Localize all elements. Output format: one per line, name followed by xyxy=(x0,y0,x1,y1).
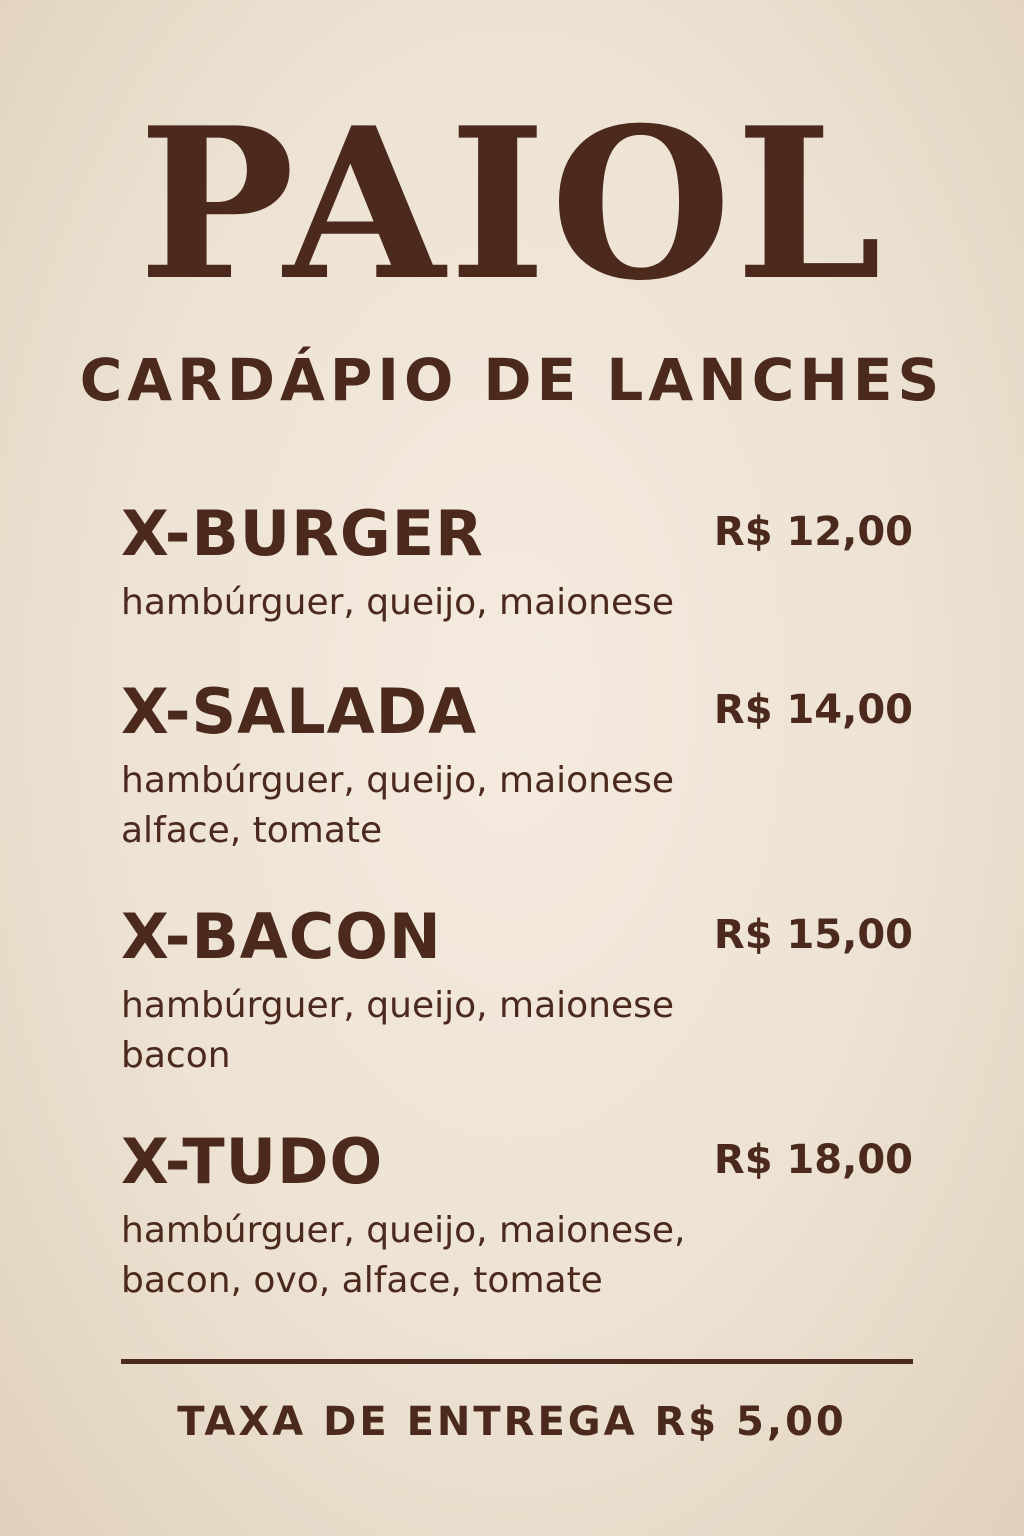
delivery-fee-note: TAXA DE ENTREGA R$ 5,00 xyxy=(177,1399,847,1445)
menu-item-description-line: hambúrguer, queijo, maionese, xyxy=(121,1210,686,1251)
menu-item-name: X-SALADA xyxy=(121,675,478,748)
menu-item-description-line: hambúrguer, queijo, maionese xyxy=(121,985,675,1026)
menu-item-name: X-BACON xyxy=(121,900,442,973)
restaurant-name: PAIOL xyxy=(138,83,886,327)
menu-item-price: R$ 14,00 xyxy=(713,687,913,733)
menu-item-price: R$ 12,00 xyxy=(713,509,913,555)
menu-item-name: X-BURGER xyxy=(121,497,484,570)
menu-item-description-line: hambúrguer, queijo, maionese xyxy=(121,760,675,801)
menu-item-description-line: bacon, ovo, alface, tomate xyxy=(121,1260,603,1301)
menu-item-price: R$ 18,00 xyxy=(713,1137,913,1183)
footer-divider xyxy=(121,1359,913,1364)
menu-subtitle: CARDÁPIO DE LANCHES xyxy=(79,346,945,414)
menu-item-description: hambúrguer, queijo, maionese alface, tom… xyxy=(121,756,761,856)
menu-item-description-line: bacon xyxy=(121,1035,231,1076)
menu-item-name: X-TUDO xyxy=(121,1125,384,1198)
menu-item-description: hambúrguer, queijo, maionese, bacon, ovo… xyxy=(121,1206,761,1306)
menu-item-description-line: hambúrguer, queijo, maionese xyxy=(121,582,675,623)
menu-item-description: hambúrguer, queijo, maionese bacon xyxy=(121,981,761,1081)
menu-item-description: hambúrguer, queijo, maionese xyxy=(121,578,761,628)
menu-item-description-line: alface, tomate xyxy=(121,810,383,851)
menu-item-price: R$ 15,00 xyxy=(713,912,913,958)
